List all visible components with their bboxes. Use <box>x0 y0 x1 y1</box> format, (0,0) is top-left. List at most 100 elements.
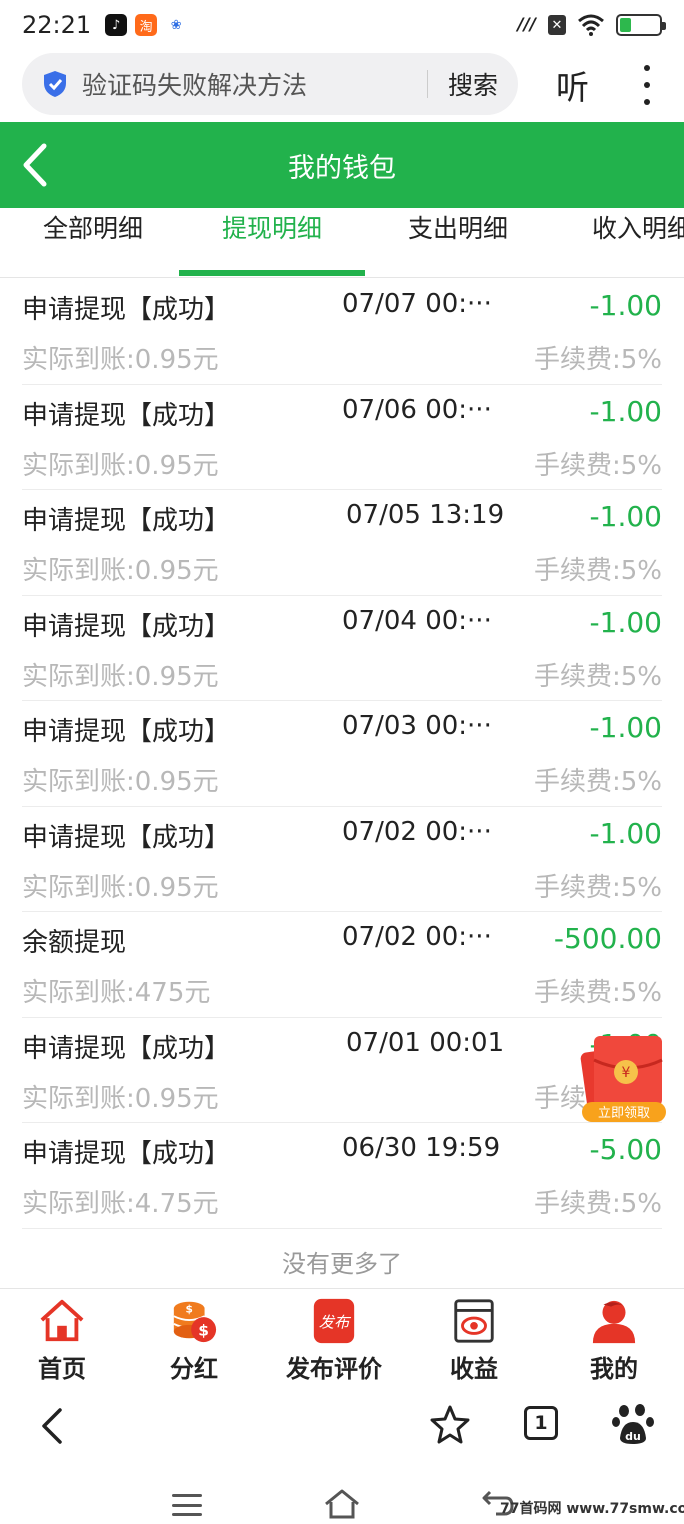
list-item[interactable]: 余额提现 07/02 00:··· -500.00 实际到账:475元 手续费:… <box>22 912 662 1018</box>
record-date: 06/30 19:59 <box>342 1133 501 1163</box>
svg-text:$: $ <box>198 1321 209 1339</box>
record-amount: -5.00 <box>589 1133 662 1166</box>
earnings-icon <box>454 1299 494 1343</box>
tab-label: 提现明细 <box>221 214 322 243</box>
search-box[interactable]: 验证码失败解决方法 搜索 <box>22 53 518 115</box>
detail-tabs: 全部明细 提现明细 支出明细 收入明细 <box>0 208 684 278</box>
record-date: 07/03 00:··· <box>342 711 492 741</box>
record-amount: -1.00 <box>589 500 662 533</box>
more-menu-icon[interactable] <box>640 65 654 105</box>
record-amount: -1.00 <box>589 605 662 639</box>
record-fee: 手续费:5% <box>533 767 662 797</box>
record-actual-received: 实际到账:0.95元 <box>22 767 219 797</box>
record-date: 07/02 00:··· <box>342 816 492 847</box>
tab-income-details[interactable]: 收入明细 <box>550 208 684 277</box>
publish-icon: 发布 <box>313 1298 355 1344</box>
tab-expense-details[interactable]: 支出明细 <box>365 208 551 277</box>
list-item[interactable]: 申请提现【成功】 07/03 00:··· -1.00 实际到账:0.95元 手… <box>22 701 662 807</box>
red-packet-icon[interactable]: ¥ 立即领取 <box>580 1030 668 1126</box>
nav-publish-review[interactable]: 发布 发布评价 <box>264 1289 404 1384</box>
list-item[interactable]: 申请提现【成功】 07/02 00:··· -1.00 实际到账:0.95元 手… <box>22 807 662 912</box>
record-amount: -1.00 <box>589 711 662 744</box>
record-title: 申请提现【成功】 <box>22 611 231 642</box>
list-item[interactable]: 申请提现【成功】 07/05 13:19 -1.00 实际到账:0.95元 手续… <box>22 490 662 596</box>
tab-label: 全部明细 <box>42 214 143 243</box>
list-item[interactable]: 申请提现【成功】 07/01 00:01 -1.00 实际到账:0.95元 手续… <box>22 1018 662 1123</box>
record-amount: -1.00 <box>589 394 662 428</box>
wifi-icon <box>578 14 604 36</box>
record-fee: 手续费:5% <box>533 450 662 481</box>
record-fee: 手续费:5% <box>533 872 662 903</box>
record-title: 申请提现【成功】 <box>22 1033 231 1064</box>
record-date: 07/06 00:··· <box>342 394 492 425</box>
coins-icon: $ $ <box>173 1301 217 1343</box>
withdraw-record-list: 申请提现【成功】 07/07 00:··· -1.00 实际到账:0.95元 手… <box>22 279 662 1229</box>
record-fee: 手续费:5% <box>533 1189 662 1219</box>
nav-dividend[interactable]: $ $ 分红 <box>124 1289 264 1384</box>
tab-all-details[interactable]: 全部明细 <box>0 208 186 277</box>
listen-button[interactable]: 听 <box>556 61 589 109</box>
list-item[interactable]: 申请提现【成功】 07/07 00:··· -1.00 实际到账:0.95元 手… <box>22 279 662 385</box>
active-tab-indicator <box>179 270 365 276</box>
search-button[interactable]: 搜索 <box>448 66 498 102</box>
browser-toolbar: 1 du <box>0 1384 684 1464</box>
browser-tabs-button[interactable]: 1 <box>524 1406 558 1440</box>
tiktok-icon: ♪ <box>105 14 128 36</box>
record-actual-received: 实际到账:0.95元 <box>22 872 219 903</box>
watermark-text: 77首码网 www.77smw.com <box>500 1501 684 1517</box>
status-time: 22:21 <box>22 11 92 39</box>
signal-icon: /// <box>517 15 536 35</box>
record-title: 申请提现【成功】 <box>22 822 231 853</box>
list-item[interactable]: 申请提现【成功】 06/30 19:59 -5.00 实际到账:4.75元 手续… <box>22 1123 662 1229</box>
record-fee: 手续费:5% <box>533 661 662 692</box>
menu-icon[interactable] <box>172 1494 202 1516</box>
svg-text:du: du <box>625 1430 641 1443</box>
record-actual-received: 实际到账:0.95元 <box>22 661 219 692</box>
record-date: 07/01 00:01 <box>346 1027 505 1058</box>
nav-label: 发布评价 <box>286 1355 382 1383</box>
tab-label: 支出明细 <box>407 214 508 243</box>
search-query[interactable]: 验证码失败解决方法 <box>82 66 407 102</box>
nav-earnings[interactable]: 收益 <box>404 1289 544 1384</box>
record-date: 07/05 13:19 <box>346 500 505 530</box>
home-icon <box>40 1299 84 1342</box>
record-amount: -500.00 <box>553 922 662 955</box>
no-more-text: 没有更多了 <box>282 1250 402 1278</box>
record-actual-received: 实际到账:0.95元 <box>22 450 219 481</box>
nav-profile[interactable]: 我的 <box>544 1289 684 1384</box>
home-nav-icon[interactable] <box>322 1488 362 1520</box>
record-actual-received: 实际到账:0.95元 <box>22 556 219 586</box>
record-amount: -1.00 <box>589 816 662 850</box>
battery-icon <box>616 14 666 36</box>
app-bottom-nav: 首页 $ $ 分红 发布 发布评价 收益 我的 <box>0 1288 684 1384</box>
record-title: 申请提现【成功】 <box>22 717 231 747</box>
red-packet-symbol: ¥ <box>622 1065 631 1081</box>
record-amount: -1.00 <box>589 289 662 322</box>
red-packet-label: 立即领取 <box>598 1106 650 1121</box>
browser-back-icon[interactable] <box>38 1406 68 1446</box>
nav-label: 我的 <box>590 1355 638 1383</box>
nav-home[interactable]: 首页 <box>0 1289 124 1384</box>
record-actual-received: 实际到账:4.75元 <box>22 1189 219 1219</box>
nav-label: 分红 <box>170 1355 218 1383</box>
record-fee: 手续费:5% <box>533 345 662 375</box>
page-title: 我的钱包 <box>288 152 396 184</box>
tab-label: 收入明细 <box>592 214 684 243</box>
record-title: 申请提现【成功】 <box>22 295 231 325</box>
nav-label: 首页 <box>38 1355 86 1383</box>
list-item[interactable]: 申请提现【成功】 07/04 00:··· -1.00 实际到账:0.95元 手… <box>22 596 662 701</box>
tab-withdraw-details[interactable]: 提现明细 <box>179 208 365 277</box>
record-fee: 手续费:5% <box>533 556 662 586</box>
record-title: 申请提现【成功】 <box>22 400 231 431</box>
bookmark-star-icon[interactable] <box>430 1404 470 1444</box>
status-bar: 22:21 ♪ 淘 ❀ /// ✕ <box>0 0 684 50</box>
record-title: 申请提现【成功】 <box>22 1139 231 1169</box>
baidu-paw-icon[interactable]: du <box>612 1402 654 1446</box>
record-date: 07/07 00:··· <box>342 289 492 319</box>
svg-text:$: $ <box>186 1303 193 1315</box>
back-arrow-icon[interactable] <box>16 142 56 188</box>
search-divider <box>426 70 428 98</box>
system-nav-bar: 77首码网 www.77smw.com <box>0 1470 684 1524</box>
list-item[interactable]: 申请提现【成功】 07/06 00:··· -1.00 实际到账:0.95元 手… <box>22 385 662 490</box>
profile-icon <box>592 1300 636 1344</box>
